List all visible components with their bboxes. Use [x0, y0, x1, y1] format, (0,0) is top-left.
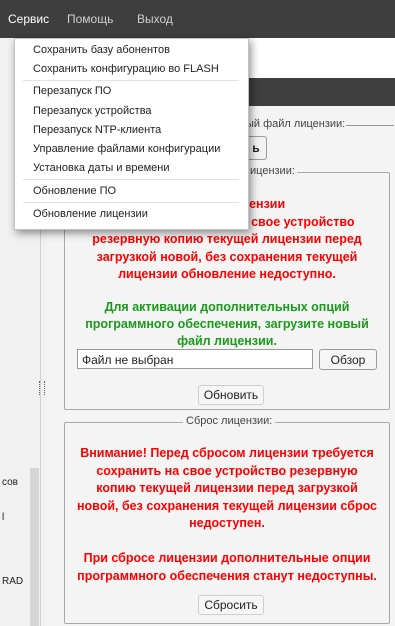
warning-line: При сбросе лицензии дополнительные опции: [83, 551, 371, 565]
menu-help[interactable]: Помощь: [67, 12, 113, 26]
menu-item-restart-device[interactable]: Перезапуск устройства: [33, 105, 152, 117]
browse-button[interactable]: Обзор: [319, 349, 377, 370]
reset-warning: Внимание! Перед сбросом лицензии требует…: [71, 445, 383, 585]
license-file-fieldset: ый файл лицензии: ь: [246, 112, 394, 162]
warning-line: недоступен.: [189, 516, 265, 530]
warning-line: сохранить на свое устройство резервную: [96, 463, 358, 478]
warning-line: лицензии обновление недоступно.: [118, 267, 336, 281]
reset-license-fieldset: Сброс лицензии: Внимание! Перед сбросом …: [64, 415, 390, 624]
info-line: Для активации дополнительных опций: [104, 300, 350, 314]
menu-item-config-files[interactable]: Управление файлами конфигурации: [33, 143, 220, 155]
license-file-legend: ый файл лицензии:: [246, 118, 346, 130]
menu-item-save-subscribers[interactable]: Сохранить базу абонентов: [33, 44, 170, 56]
menu-separator: [23, 202, 239, 203]
update-info: Для активации дополнительных опций прогр…: [65, 299, 389, 350]
menu-item-restart-software[interactable]: Перезапуск ПО: [33, 85, 111, 97]
legend-line: [346, 125, 394, 126]
warning-line: новой, без сохранения текущей лицензии с…: [76, 498, 378, 513]
menu-exit[interactable]: Выход: [137, 12, 173, 26]
warning-line: копию текущей лицензии перед загрузкой: [96, 481, 358, 495]
info-line: файл лицензии.: [177, 334, 277, 348]
info-line: программного обеспечения, загрузите новы…: [85, 317, 369, 331]
update-license-button[interactable]: Обновить: [198, 385, 264, 405]
reset-license-legend: Сброс лицензии:: [183, 415, 276, 427]
partial-button[interactable]: ь: [246, 136, 267, 160]
menubar: Сервис Помощь Выход: [0, 0, 395, 38]
menu-item-restart-ntp[interactable]: Перезапуск NTP-клиента: [33, 124, 161, 136]
license-file-input[interactable]: Файл не выбран: [77, 349, 313, 369]
menu-item-save-config-flash[interactable]: Сохранить конфигурацию во FLASH: [33, 63, 219, 75]
warning-line: загрузкой новой, без сохранения текущей: [96, 249, 358, 264]
warning-line: резервную копию текущей лицензии перед: [92, 232, 362, 246]
menu-separator: [23, 80, 239, 81]
menu-item-license-update[interactable]: Обновление лицензии: [33, 208, 148, 220]
reset-license-button[interactable]: Сбросить: [198, 595, 264, 615]
menu-item-date-time[interactable]: Установка даты и времени: [33, 162, 170, 174]
menu-service[interactable]: Сервис: [8, 12, 49, 26]
service-dropdown-menu: Сохранить базу абонентов Сохранить конфи…: [14, 38, 249, 230]
sidebar-fragment-1: сов: [2, 477, 18, 488]
menu-separator: [23, 179, 239, 180]
warning-line: программного обеспечения станут недоступ…: [77, 568, 377, 583]
resize-handle[interactable]: [39, 381, 45, 395]
update-license-legend: ицензии:: [248, 165, 297, 177]
sidebar-scrollbar[interactable]: [30, 468, 39, 626]
warning-line: Внимание! Перед сбросом лицензии требует…: [80, 446, 374, 460]
menu-item-software-update[interactable]: Обновление ПО: [33, 185, 116, 197]
sidebar-fragment-3: RAD: [2, 576, 24, 587]
sidebar-fragment-2: l: [2, 512, 5, 523]
